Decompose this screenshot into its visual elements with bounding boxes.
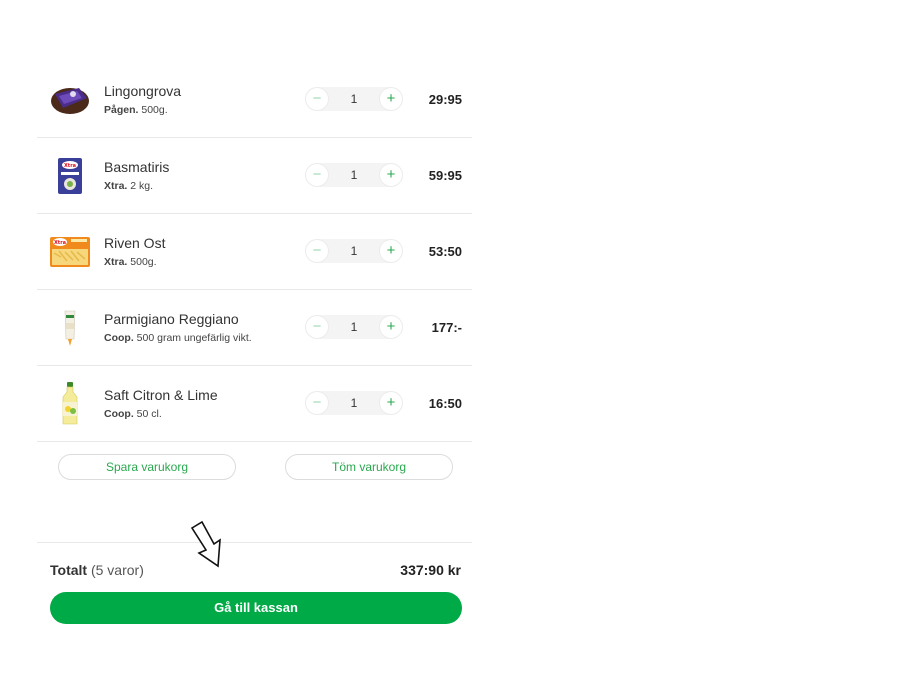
item-size: 500g. xyxy=(130,256,157,268)
juice-bottle-icon xyxy=(49,381,91,427)
item-brand: Xtra. xyxy=(104,180,128,192)
total-label: Totalt (5 varor) xyxy=(50,562,144,578)
item-name[interactable]: Lingongrova xyxy=(104,83,181,99)
save-cart-button[interactable]: Spara varukorg xyxy=(58,454,236,480)
cart-actions: Spara varukorg Töm varukorg xyxy=(58,454,454,480)
parmesan-icon xyxy=(49,305,91,351)
quantity-stepper: − 1 + xyxy=(305,163,403,187)
cart-list: Lingongrova Pågen. 500g. − 1 + 29:95 Xtr… xyxy=(37,62,472,442)
item-details: Coop. 500 gram ungefärlig vikt. xyxy=(104,332,252,344)
item-price: 16:50 xyxy=(428,396,462,411)
item-brand: Coop. xyxy=(104,408,134,420)
item-price: 177:- xyxy=(431,320,462,335)
empty-cart-button[interactable]: Töm varukorg xyxy=(285,454,453,480)
quantity-stepper: − 1 + xyxy=(305,315,403,339)
total-title: Totalt xyxy=(50,562,88,578)
increase-button[interactable]: + xyxy=(380,164,402,186)
decrease-button[interactable]: − xyxy=(306,316,328,338)
increase-button[interactable]: + xyxy=(380,392,402,414)
decrease-button[interactable]: − xyxy=(306,240,328,262)
decrease-button[interactable]: − xyxy=(306,88,328,110)
summary-divider xyxy=(37,542,472,543)
item-price: 59:95 xyxy=(428,168,462,183)
item-name[interactable]: Saft Citron & Lime xyxy=(104,387,218,403)
checkout-button[interactable]: Gå till kassan xyxy=(50,592,462,624)
bread-package-icon xyxy=(49,77,91,123)
item-price: 29:95 xyxy=(428,92,462,107)
cart-item: Lingongrova Pågen. 500g. − 1 + 29:95 xyxy=(37,62,472,138)
item-name[interactable]: Basmatiris xyxy=(104,159,169,175)
item-name[interactable]: Parmigiano Reggiano xyxy=(104,311,239,327)
item-brand: Pågen. xyxy=(104,104,139,116)
quantity-value[interactable]: 1 xyxy=(327,315,381,339)
increase-button[interactable]: + xyxy=(380,316,402,338)
item-brand: Coop. xyxy=(104,332,134,344)
cart-item: Parmigiano Reggiano Coop. 500 gram ungef… xyxy=(37,290,472,366)
decrease-button[interactable]: − xyxy=(306,164,328,186)
quantity-stepper: − 1 + xyxy=(305,391,403,415)
item-brand: Xtra. xyxy=(104,256,128,268)
increase-button[interactable]: + xyxy=(380,240,402,262)
item-details: Coop. 50 cl. xyxy=(104,408,162,420)
item-details: Xtra. 500g. xyxy=(104,256,157,268)
grated-cheese-icon: Xtra xyxy=(49,229,91,275)
quantity-value[interactable]: 1 xyxy=(327,163,381,187)
item-size: 50 cl. xyxy=(136,408,162,420)
item-details: Xtra. 2 kg. xyxy=(104,180,153,192)
item-price: 53:50 xyxy=(428,244,462,259)
quantity-value[interactable]: 1 xyxy=(327,391,381,415)
item-name[interactable]: Riven Ost xyxy=(104,235,165,251)
quantity-stepper: − 1 + xyxy=(305,239,403,263)
svg-text:Xtra: Xtra xyxy=(54,240,66,246)
down-arrow-icon xyxy=(188,520,236,577)
item-details: Pågen. 500g. xyxy=(104,104,168,116)
item-size: 500g. xyxy=(141,104,168,116)
cart-item: Xtra Basmatiris Xtra. 2 kg. − 1 + 59:95 xyxy=(37,138,472,214)
svg-text:Xtra: Xtra xyxy=(64,163,76,169)
quantity-value[interactable]: 1 xyxy=(327,87,381,111)
cart-item: Saft Citron & Lime Coop. 50 cl. − 1 + 16… xyxy=(37,366,472,442)
rice-bag-icon: Xtra xyxy=(49,153,91,199)
cart-item: Xtra Riven Ost Xtra. 500g. − 1 + 53:50 xyxy=(37,214,472,290)
quantity-value[interactable]: 1 xyxy=(327,239,381,263)
total-amount: 337:90 kr xyxy=(400,562,461,578)
quantity-stepper: − 1 + xyxy=(305,87,403,111)
item-size: 500 gram ungefärlig vikt. xyxy=(136,332,252,344)
total-item-count: (5 varor) xyxy=(90,562,144,578)
decrease-button[interactable]: − xyxy=(306,392,328,414)
increase-button[interactable]: + xyxy=(380,88,402,110)
item-size: 2 kg. xyxy=(130,180,154,192)
